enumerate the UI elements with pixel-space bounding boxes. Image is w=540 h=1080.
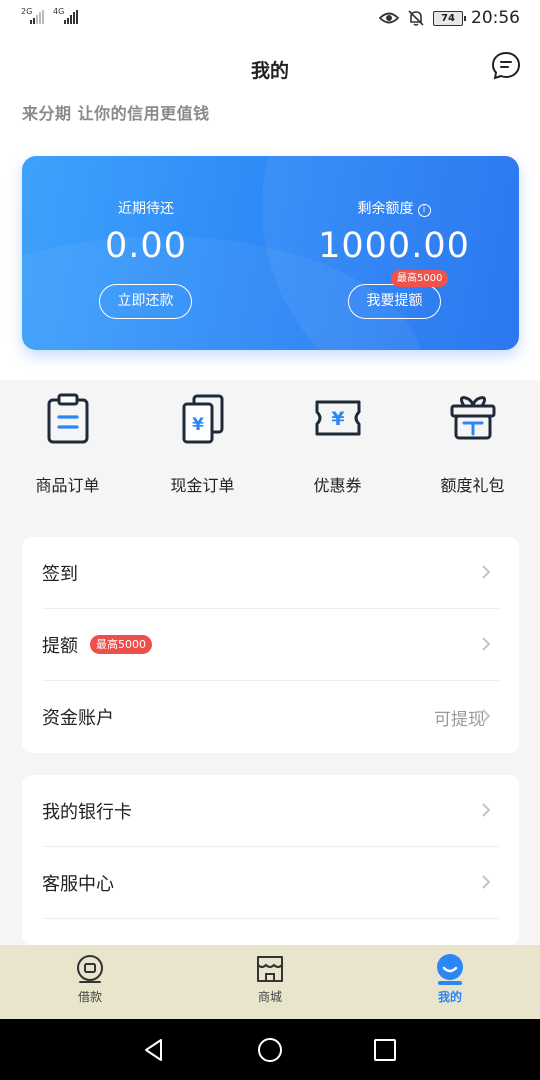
remaining-credit-amount: 1000.00 <box>318 226 470 266</box>
max-limit-badge: 最高5000 <box>90 635 152 654</box>
gift-icon <box>450 396 495 440</box>
battery-level: 74 <box>441 12 455 24</box>
status-icons: 74 20:56 <box>379 6 520 30</box>
bottom-tab-bar: 借款 商城 我的 <box>0 945 540 1019</box>
coupon-icon: ¥ <box>315 400 360 436</box>
menu-panel-2: 我的银行卡 客服中心 <box>22 775 519 945</box>
battery-icon: 74 <box>433 10 466 26</box>
chevron-right-icon <box>482 565 491 579</box>
tab-label: 借款 <box>77 990 102 1004</box>
remaining-credit: 剩余额度 i 1000.00 <box>294 198 494 266</box>
tab-label: 商城 <box>257 990 282 1004</box>
quick-action-coupons[interactable]: ¥ 优惠券 <box>270 392 405 496</box>
profile-icon <box>437 954 463 985</box>
quick-action-credit-package[interactable]: 额度礼包 <box>405 392 540 496</box>
svg-text:¥: ¥ <box>331 408 344 430</box>
system-navigation-bar <box>0 1019 540 1080</box>
menu-item-raise-limit[interactable]: 提额 最高5000 <box>42 609 499 681</box>
quick-action-label: 优惠券 <box>313 476 362 495</box>
menu-panel-1: 签到 提额 最高5000 资金账户 可提现 <box>22 537 519 753</box>
upcoming-repayment-amount: 0.00 <box>105 226 187 266</box>
tab-profile[interactable]: 我的 <box>390 953 510 1005</box>
cash-document-icon: ¥ <box>182 394 223 444</box>
menu-item-bank-cards[interactable]: 我的银行卡 <box>42 775 499 847</box>
quick-action-label: 商品订单 <box>35 476 100 495</box>
menu-item-label: 我的银行卡 <box>42 801 132 823</box>
quick-action-cash-orders[interactable]: ¥ 现金订单 <box>135 392 270 496</box>
status-bar: 2G 4G 74 20:56 <box>0 0 540 36</box>
menu-item-label: 签到 <box>42 563 78 585</box>
chevron-right-icon <box>482 875 491 889</box>
menu-item-fund-account[interactable]: 资金账户 可提现 <box>42 681 499 753</box>
store-icon <box>257 956 283 982</box>
withdrawable-status: 可提现 <box>434 709 485 730</box>
slogan: 来分期 让你的信用更值钱 <box>22 104 210 123</box>
quick-action-label: 额度礼包 <box>440 476 505 495</box>
clock: 20:56 <box>471 8 520 28</box>
home-icon[interactable] <box>257 1037 283 1063</box>
menu-item-label: 提额 <box>42 635 78 657</box>
menu-item-sign-in[interactable]: 签到 <box>42 537 499 609</box>
quick-action-label: 现金订单 <box>170 476 235 495</box>
quick-action-product-orders[interactable]: 商品订单 <box>0 392 135 496</box>
quick-actions: 商品订单 ¥ 现金订单 ¥ 优惠券 额度礼包 <box>0 392 540 502</box>
signal-2-icon <box>64 10 78 24</box>
chevron-right-icon <box>482 637 491 651</box>
clipboard-icon <box>47 393 88 444</box>
tab-store[interactable]: 商城 <box>210 953 330 1005</box>
tab-loan[interactable]: 借款 <box>30 953 150 1005</box>
eye-icon <box>379 12 399 24</box>
max-limit-badge: 最高5000 <box>391 270 449 287</box>
tab-label: 我的 <box>437 990 462 1004</box>
menu-item-customer-service[interactable]: 客服中心 <box>42 847 499 919</box>
back-icon[interactable] <box>141 1037 167 1063</box>
signal-2-label: 4G <box>53 7 65 16</box>
recent-apps-icon[interactable] <box>372 1037 398 1063</box>
signal-1-icon <box>30 10 44 24</box>
remaining-credit-label: 剩余额度 <box>357 201 414 217</box>
message-icon[interactable] <box>490 50 522 82</box>
menu-item-label: 客服中心 <box>42 873 114 895</box>
upcoming-repayment-label: 近期待还 <box>118 201 174 217</box>
raise-limit-button[interactable]: 我要提额 <box>348 284 441 319</box>
credit-card-panel: 近期待还 0.00 剩余额度 i 1000.00 立即还款 我要提额 最高5000 <box>22 156 519 350</box>
chevron-right-icon <box>482 803 491 817</box>
remaining-credit-header: 剩余额度 i <box>294 198 494 218</box>
bell-off-icon <box>408 10 424 26</box>
page-title: 我的 <box>250 60 289 82</box>
svg-text:¥: ¥ <box>192 415 204 435</box>
upcoming-repayment: 近期待还 0.00 <box>46 198 246 266</box>
loan-icon <box>77 955 103 983</box>
repay-now-button[interactable]: 立即还款 <box>99 284 192 319</box>
chevron-right-icon <box>482 709 491 723</box>
info-icon[interactable]: i <box>417 204 431 217</box>
menu-item-label: 资金账户 <box>42 708 114 729</box>
